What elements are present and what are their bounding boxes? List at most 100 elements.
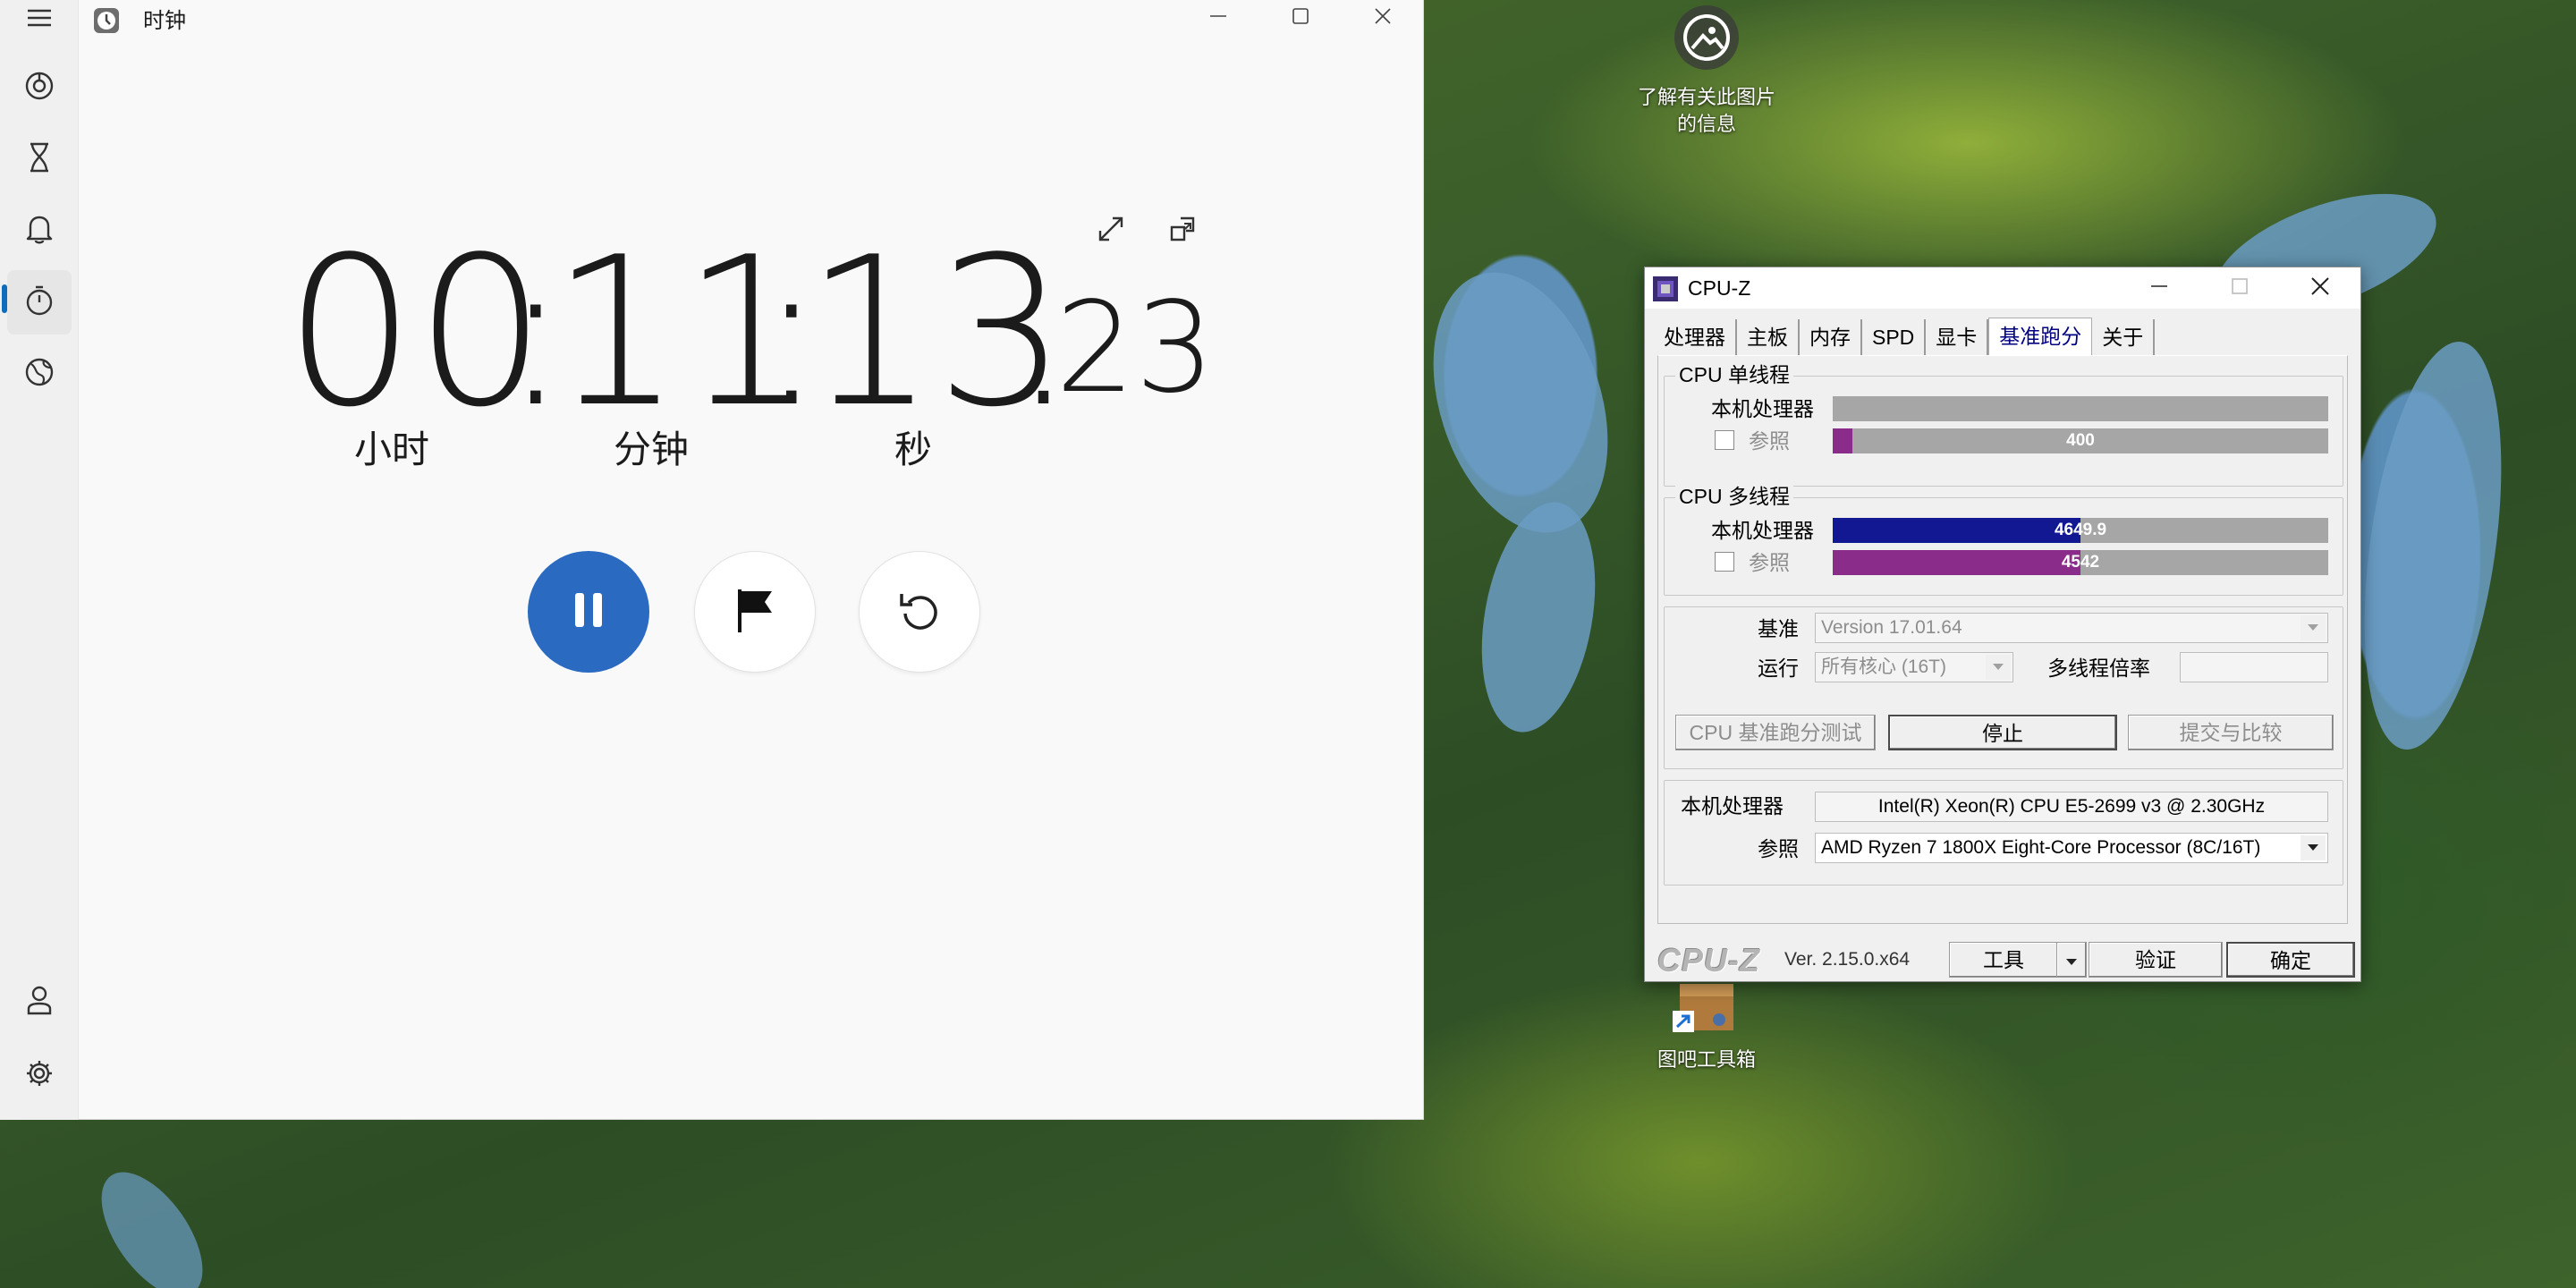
minimize-button[interactable] [1177, 0, 1259, 36]
stopwatch-hundredths: 23 [1055, 275, 1216, 421]
hourglass-icon [27, 141, 52, 177]
run-threads-select[interactable]: 所有核心 (16T) [1815, 652, 2013, 682]
nav-stopwatch[interactable] [7, 270, 72, 335]
reset-button[interactable] [859, 551, 980, 673]
nav-alarm[interactable] [7, 199, 72, 263]
single-ref-bar: 400 [1833, 428, 2328, 453]
window-title: 时钟 [143, 8, 186, 33]
cpuz-version: Ver. 2.15.0.x64 [1784, 949, 1911, 970]
label-seconds: 秒 [894, 428, 933, 471]
bench-version-label: 基准 [1758, 617, 1799, 640]
tab-mainboard[interactable]: 主板 [1737, 319, 1800, 355]
compact-overlay-button[interactable] [1163, 211, 1202, 250]
validate-button[interactable]: 验证 [2089, 942, 2223, 978]
tools-label: 工具 [1983, 948, 2024, 971]
bench-version-select[interactable]: Version 17.01.64 [1815, 613, 2328, 643]
close-icon [2309, 275, 2331, 301]
nav-settings[interactable] [7, 1043, 72, 1107]
submit-compare-button[interactable]: 提交与比较 [2128, 715, 2334, 750]
multi-ref-bar: 4542 [1833, 550, 2328, 575]
group-title: CPU 单线程 [1675, 362, 1793, 387]
reference-label: 参照 [1758, 837, 1799, 860]
clock-window: 时钟 00 : 11 : 13 . 23 小时 分钟 秒 [0, 0, 1424, 1120]
nav-timer[interactable] [7, 127, 72, 191]
cpuz-app-icon [1652, 275, 1679, 307]
cpuz-minimize-button[interactable] [2119, 267, 2199, 309]
chevron-down-icon [2301, 835, 2326, 860]
wallpaper-river [1402, 250, 1639, 555]
flag-icon [733, 586, 777, 638]
tab-cpu[interactable]: 处理器 [1654, 319, 1737, 355]
desktop-icon-toolbox[interactable]: 图吧工具箱 [1635, 980, 1778, 1074]
tab-bench[interactable]: 基准跑分 [1988, 318, 2093, 355]
stopwatch-icon [24, 284, 55, 320]
cpuz-close-button[interactable] [2280, 267, 2360, 309]
clock-app-icon [93, 7, 120, 38]
nav-account[interactable] [7, 970, 72, 1034]
single-ref-value: 400 [2066, 431, 2095, 450]
reference-label: 参照 [1749, 551, 1790, 574]
tools-button[interactable]: 工具 [1949, 942, 2058, 978]
maximize-icon [1291, 6, 1310, 30]
single-reference-checkbox[interactable] [1715, 430, 1734, 450]
reset-icon [896, 587, 943, 637]
run-threads-value: 所有核心 (16T) [1821, 657, 1947, 677]
wallpaper-river [2342, 333, 2524, 758]
bench-cpu-button[interactable]: CPU 基准跑分测试 [1675, 715, 1876, 750]
desktop-icon-label: 图吧工具箱 [1657, 1049, 1756, 1072]
nav-focus-sessions[interactable] [7, 55, 72, 120]
cpuz-tabs: 处理器 主板 内存 SPD 显卡 基准跑分 关于 [1654, 318, 2156, 355]
single-thread-group: CPU 单线程 本机处理器 参照 400 [1664, 362, 2343, 487]
globe-icon [24, 357, 55, 391]
tab-memory[interactable]: 内存 [1800, 319, 1862, 355]
multi-this-bar: 4649.9 [1833, 518, 2328, 543]
multi-reference-checkbox[interactable] [1715, 552, 1734, 572]
tab-about[interactable]: 关于 [2092, 319, 2156, 355]
chevron-down-icon [1986, 655, 2011, 680]
pause-icon [566, 588, 611, 636]
expand-button[interactable] [1091, 211, 1131, 250]
maximize-button[interactable] [1259, 0, 1342, 36]
this-processor-label: 本机处理器 [1711, 397, 1814, 420]
hamburger-menu-button[interactable] [7, 0, 72, 39]
group-title: CPU 多线程 [1675, 484, 1793, 509]
hamburger-icon [26, 8, 53, 31]
processor-info-group: 本机处理器 Intel(R) Xeon(R) CPU E5-2699 v3 @ … [1664, 780, 2343, 886]
multi-this-value: 4649.9 [2054, 521, 2107, 539]
desktop-icon-image-info[interactable]: 了解有关此图片的信息 [1635, 4, 1778, 139]
picture-in-picture-icon [1168, 215, 1197, 247]
user-icon [26, 985, 53, 1019]
focus-icon [24, 71, 55, 105]
pause-button[interactable] [528, 551, 649, 673]
desktop-icon-label: 了解有关此图片的信息 [1637, 87, 1775, 136]
chevron-down-icon [2301, 615, 2326, 640]
image-info-icon [1635, 4, 1778, 80]
chevron-down-icon [2065, 948, 2078, 971]
minimize-icon [1208, 6, 1228, 30]
this-processor-label: 本机处理器 [1711, 519, 1814, 542]
cpuz-logo: CPU-Z [1657, 942, 1760, 979]
multithread-ratio-label: 多线程倍率 [2047, 657, 2150, 680]
reference-label: 参照 [1749, 429, 1790, 453]
close-icon [1373, 6, 1393, 30]
lap-button[interactable] [694, 551, 816, 673]
multi-thread-group: CPU 多线程 本机处理器 4649.9 参照 4542 [1664, 484, 2343, 596]
wallpaper-river [1465, 493, 1612, 741]
ok-button[interactable]: 确定 [2226, 942, 2355, 978]
nav-world-clock[interactable] [7, 342, 72, 406]
cpuz-window: CPU-Z 处理器 主板 内存 SPD 显卡 基准跑分 关于 CPU 单线程 本… [1644, 267, 2361, 982]
maximize-icon [2230, 276, 2250, 301]
bench-panel: CPU 单线程 本机处理器 参照 400 CPU 多线程 本机处理器 4649.… [1657, 355, 2348, 924]
cpuz-maximize-button[interactable] [2199, 267, 2280, 309]
tab-spd[interactable]: SPD [1862, 319, 1927, 355]
clock-nav-rail [0, 0, 79, 1120]
single-this-value [1833, 396, 2328, 421]
this-processor-label: 本机处理器 [1681, 794, 1784, 818]
tab-graphics[interactable]: 显卡 [1926, 319, 1989, 355]
tools-dropdown-button[interactable] [2056, 942, 2087, 978]
close-button[interactable] [1342, 0, 1424, 36]
nav-active-indicator [2, 284, 7, 313]
single-this-bar [1833, 396, 2328, 421]
reference-processor-select[interactable]: AMD Ryzen 7 1800X Eight-Core Processor (… [1815, 833, 2328, 863]
stop-button[interactable]: 停止 [1888, 715, 2117, 750]
